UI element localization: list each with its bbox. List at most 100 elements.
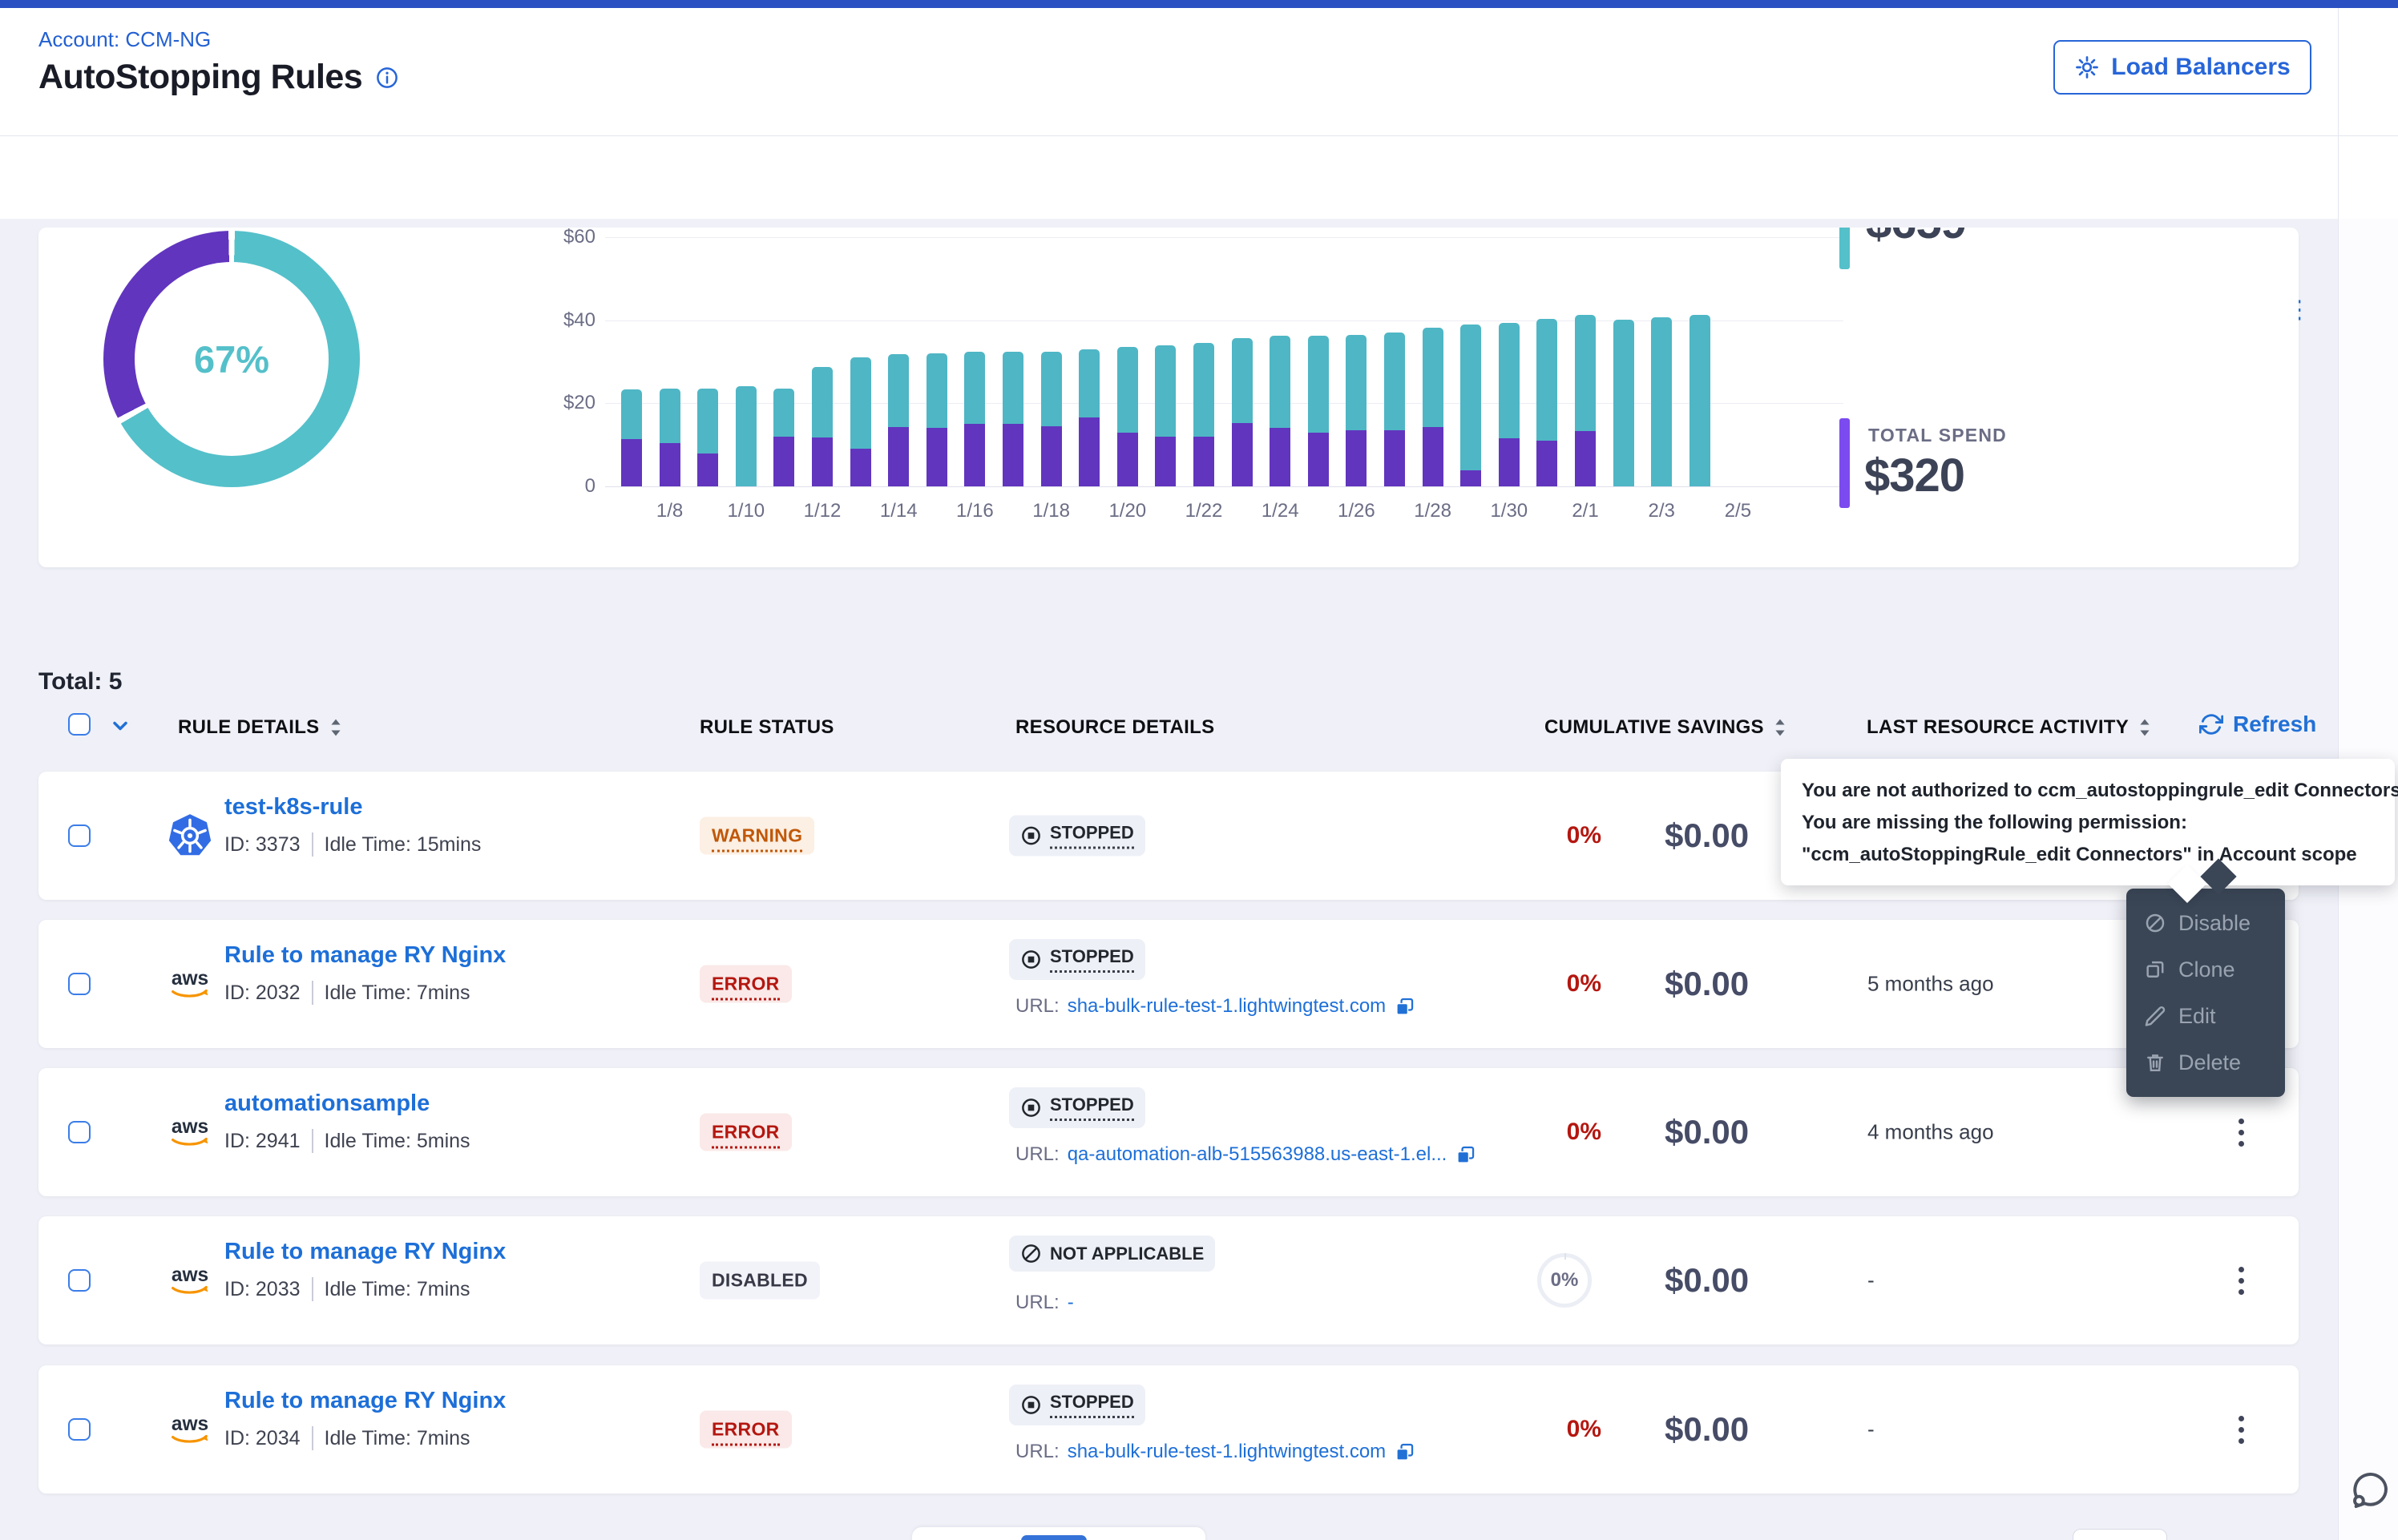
copy-icon[interactable] [1394, 996, 1415, 1018]
bar-spend-1/15[interactable] [926, 428, 947, 486]
bar-spend-1/25[interactable] [1308, 433, 1329, 486]
column-header-last-resource-activity[interactable]: LAST RESOURCE ACTIVITY [1867, 716, 2151, 739]
sort-icon[interactable] [1774, 718, 1786, 737]
row-menu-kebab[interactable] [2225, 1407, 2257, 1452]
bar-spend-1/30[interactable] [1499, 438, 1520, 486]
bar-savings-1/16[interactable] [964, 352, 985, 425]
bar-spend-1/18[interactable] [1041, 426, 1062, 486]
bar-spend-1/29[interactable] [1460, 470, 1481, 486]
bar-savings-1/9[interactable] [697, 389, 718, 453]
resource-state-badge[interactable]: STOPPED [1009, 1087, 1145, 1128]
bar-spend-1/16[interactable] [964, 424, 985, 486]
refresh-button[interactable]: Refresh [2199, 712, 2316, 737]
resource-url-link[interactable]: - [1068, 1292, 1074, 1314]
bar-savings-2/3[interactable] [1651, 317, 1672, 486]
row-menu-kebab[interactable] [2225, 1258, 2257, 1303]
rule-status-badge[interactable]: ERROR [700, 1411, 792, 1449]
breadcrumb-account[interactable]: Account: CCM-NG [38, 27, 211, 52]
rule-name-link[interactable]: automationsample [224, 1090, 430, 1117]
bar-savings-1/21[interactable] [1155, 345, 1176, 437]
select-menu-chevron-icon[interactable] [109, 715, 131, 737]
select-all-checkbox[interactable] [68, 713, 91, 736]
rule-status-badge[interactable]: ERROR [700, 966, 792, 1003]
bar-savings-1/22[interactable] [1193, 343, 1214, 437]
bar-savings-1/17[interactable] [1003, 352, 1023, 425]
bar-savings-2/2[interactable] [1613, 320, 1634, 486]
bar-spend-2/1[interactable] [1575, 431, 1596, 486]
rule-name-link[interactable]: Rule to manage RY Nginx [224, 1239, 506, 1265]
bar-savings-1/23[interactable] [1232, 338, 1253, 423]
column-header-cumulative-savings[interactable]: CUMULATIVE SAVINGS [1544, 716, 1786, 739]
bar-savings-1/14[interactable] [888, 354, 909, 427]
bar-savings-1/11[interactable] [773, 389, 794, 437]
bar-savings-1/8[interactable] [660, 389, 680, 442]
resource-state-badge[interactable]: STOPPED [1009, 816, 1145, 857]
bar-spend-1/17[interactable] [1003, 424, 1023, 486]
bar-savings-1/27[interactable] [1384, 333, 1405, 430]
page-size-select[interactable] [2073, 1529, 2167, 1540]
bar-spend-1/12[interactable] [812, 437, 833, 486]
bar-savings-1/24[interactable] [1270, 336, 1290, 429]
resource-url-link[interactable]: qa-automation-alb-515563988.us-east-1.el… [1068, 1143, 1447, 1166]
rule-status-badge[interactable]: DISABLED [700, 1262, 820, 1300]
bar-spend-1/20[interactable] [1117, 433, 1138, 486]
bar-spend-1/9[interactable] [697, 454, 718, 486]
bar-savings-1/25[interactable] [1308, 336, 1329, 433]
bar-savings-1/26[interactable] [1346, 335, 1367, 430]
help-chat-icon[interactable] [2347, 1468, 2392, 1513]
bar-savings-2/4[interactable] [1690, 315, 1710, 486]
bar-savings-1/10[interactable] [736, 386, 757, 486]
bar-savings-1/31[interactable] [1536, 319, 1557, 441]
context-menu-item-delete[interactable]: Delete [2126, 1039, 2285, 1086]
row-menu-kebab[interactable] [2225, 1110, 2257, 1155]
load-balancers-button[interactable]: Load Balancers [2053, 40, 2311, 95]
sort-icon[interactable] [329, 718, 342, 737]
bar-savings-1/30[interactable] [1499, 323, 1520, 438]
resource-state-badge[interactable]: STOPPED [1009, 939, 1145, 980]
bar-spend-1/23[interactable] [1232, 423, 1253, 486]
bar-savings-1/13[interactable] [850, 357, 871, 449]
bar-spend-1/11[interactable] [773, 437, 794, 486]
bar-savings-1/7[interactable] [621, 389, 642, 440]
resource-state-badge[interactable]: STOPPED [1009, 1385, 1145, 1425]
bar-savings-1/18[interactable] [1041, 352, 1062, 426]
sort-icon[interactable] [2138, 718, 2151, 737]
context-menu-item-edit[interactable]: Edit [2126, 993, 2285, 1039]
bar-savings-1/19[interactable] [1079, 349, 1100, 417]
rule-name-link[interactable]: Rule to manage RY Nginx [224, 942, 506, 969]
row-checkbox[interactable] [68, 973, 91, 995]
bar-savings-2/1[interactable] [1575, 315, 1596, 431]
resource-url-link[interactable]: sha-bulk-rule-test-1.lightwingtest.com [1068, 995, 1387, 1018]
bar-spend-1/31[interactable] [1536, 441, 1557, 486]
pagination-active-page[interactable] [1021, 1535, 1087, 1540]
bar-savings-1/20[interactable] [1117, 347, 1138, 432]
rule-name-link[interactable]: Rule to manage RY Nginx [224, 1388, 506, 1414]
bar-spend-1/26[interactable] [1346, 430, 1367, 486]
context-menu-item-clone[interactable]: Clone [2126, 946, 2285, 993]
rule-status-badge[interactable]: WARNING [700, 817, 814, 855]
bar-spend-1/13[interactable] [850, 449, 871, 486]
copy-icon[interactable] [1455, 1144, 1476, 1166]
row-checkbox[interactable] [68, 1121, 91, 1143]
row-checkbox[interactable] [68, 1418, 91, 1441]
row-checkbox[interactable] [68, 824, 91, 847]
resource-state-badge[interactable]: NOT APPLICABLE [1009, 1236, 1215, 1272]
bar-savings-1/29[interactable] [1460, 325, 1481, 470]
bar-spend-1/7[interactable] [621, 439, 642, 486]
copy-icon[interactable] [1394, 1441, 1415, 1463]
column-header-rule-details[interactable]: RULE DETAILS [178, 716, 342, 739]
bar-savings-1/28[interactable] [1423, 328, 1443, 427]
rule-status-badge[interactable]: ERROR [700, 1114, 792, 1151]
info-icon[interactable] [375, 66, 399, 90]
bar-spend-1/8[interactable] [660, 443, 680, 486]
bar-savings-1/12[interactable] [812, 367, 833, 438]
bar-spend-1/19[interactable] [1079, 417, 1100, 486]
bar-savings-1/15[interactable] [926, 353, 947, 428]
bar-spend-1/27[interactable] [1384, 430, 1405, 486]
bar-spend-1/14[interactable] [888, 427, 909, 486]
bar-spend-1/22[interactable] [1193, 437, 1214, 486]
context-menu-item-disable[interactable]: Disable [2126, 900, 2285, 946]
row-checkbox[interactable] [68, 1269, 91, 1292]
resource-url-link[interactable]: sha-bulk-rule-test-1.lightwingtest.com [1068, 1441, 1387, 1463]
bar-spend-1/28[interactable] [1423, 427, 1443, 486]
